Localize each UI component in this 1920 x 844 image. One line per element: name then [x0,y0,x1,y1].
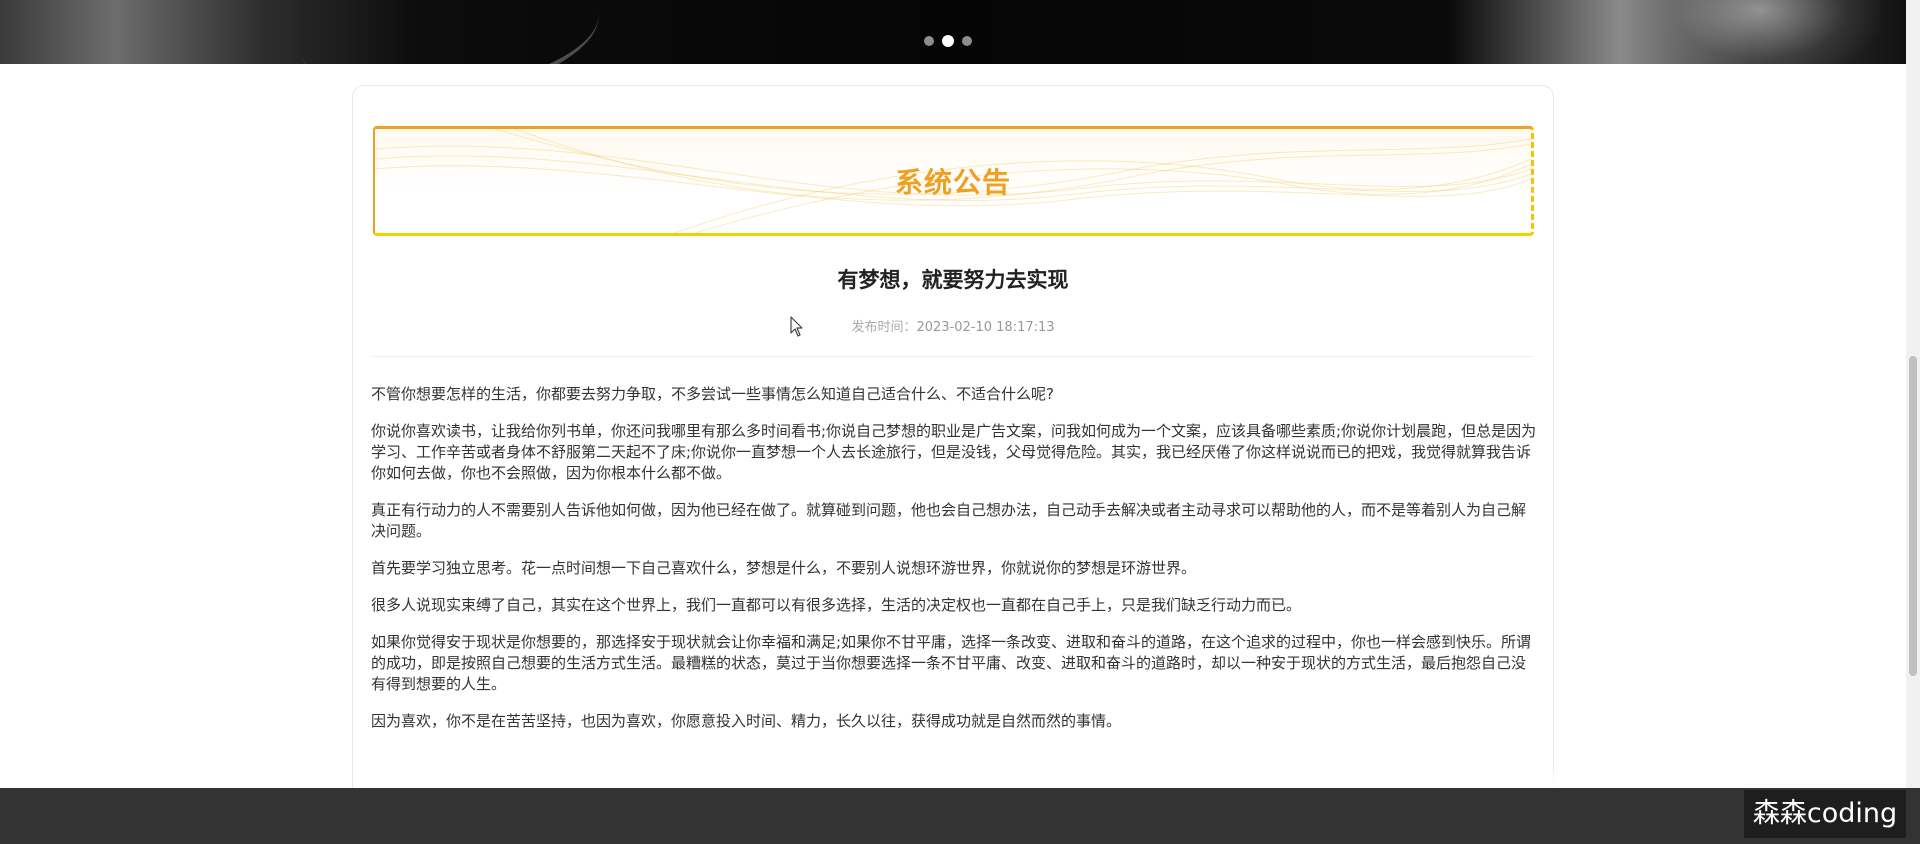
paragraph: 首先要学习独立思考。花一点时间想一下自己喜欢什么，梦想是什么，不要别人说想环游世… [371,559,1197,577]
paragraph: 你说你喜欢读书，让我给你列书单，你还问我哪里有那么多时间看书;你说自己梦想的职业… [371,422,1537,482]
banner-highlight [1640,0,1880,64]
watermark: 森森coding [1744,790,1906,838]
carousel-dot-2[interactable] [942,35,954,47]
notice-header: 系统公告 [373,126,1534,236]
announcement-card: 系统公告 有梦想，就要努力去实现 发布时间：2023-02-10 18:17:1… [352,85,1554,807]
scrollbar-thumb[interactable] [1909,356,1917,676]
notice-title: 系统公告 [894,166,1011,199]
footer [0,788,1920,844]
banner-decoration [292,0,608,64]
page-scrollbar[interactable] [1906,0,1920,788]
carousel-indicators [924,35,972,47]
page: 系统公告 有梦想，就要努力去实现 发布时间：2023-02-10 18:17:1… [0,0,1920,844]
paragraph: 真正有行动力的人不需要别人告诉他如何做，因为他已经在做了。就算碰到问题，他也会自… [371,501,1527,540]
paragraph: 如果你觉得安于现状是你想要的，那选择安于现状就会让你幸福和满足;如果你不甘平庸，… [371,633,1532,693]
article-body: 不管你想要怎样的生活，你都要去努力争取，不多尝试一些事情怎么知道自己适合什么、不… [371,384,1537,748]
paragraph: 因为喜欢，你不是在苦苦坚持，也因为喜欢，你愿意投入时间、精力，长久以往，获得成功… [371,712,1122,730]
publish-time-label: 发布时间： [851,320,917,335]
publish-time-value: 2023-02-10 18:17:13 [916,320,1055,335]
article-title: 有梦想，就要努力去实现 [837,268,1069,292]
divider [373,356,1533,357]
paragraph: 不管你想要怎样的生活，你都要去努力争取，不多尝试一些事情怎么知道自己适合什么、不… [371,385,1054,403]
publish-meta: 发布时间：2023-02-10 18:17:13 [353,316,1553,335]
paragraph: 很多人说现实束缚了自己，其实在这个世界上，我们一直都可以有很多选择，生活的决定权… [371,596,1302,614]
banner-carousel[interactable] [0,0,1906,64]
carousel-dot-1[interactable] [924,36,934,46]
carousel-dot-3[interactable] [962,36,972,46]
